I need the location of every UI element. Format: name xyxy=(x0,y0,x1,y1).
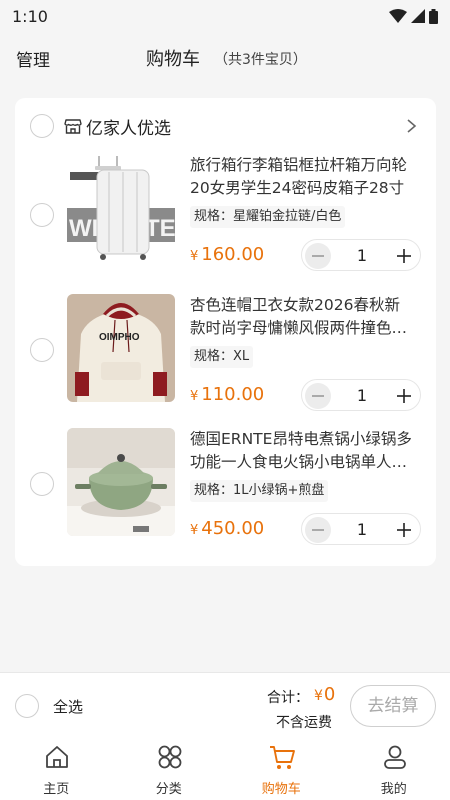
profile-icon xyxy=(383,745,406,769)
status-bar: 1:10 xyxy=(0,0,450,32)
quantity-value[interactable]: 1 xyxy=(342,386,382,405)
page-title: 购物车 xyxy=(146,49,200,70)
tab-bar: 主页 分类 购物车 我的 xyxy=(0,738,450,800)
product-price: ¥160.00 xyxy=(190,244,264,265)
item-checkbox[interactable] xyxy=(30,203,54,227)
quantity-stepper: 1 xyxy=(301,513,421,545)
tab-label: 购物车 xyxy=(261,782,301,797)
tab-home[interactable]: 主页 xyxy=(0,738,113,800)
checkout-bar: 全选 合计： ¥0 不含运费 去结算 xyxy=(0,672,450,738)
product-spec[interactable]: 规格：星耀铂金拉链/白色 xyxy=(190,206,346,228)
store-icon xyxy=(64,119,82,134)
minus-icon xyxy=(312,529,324,531)
product-spec[interactable]: 规格：1L小绿锅+煎盘 xyxy=(190,480,329,502)
decrease-button[interactable] xyxy=(305,517,331,543)
battery-icon xyxy=(429,8,438,24)
increase-button[interactable] xyxy=(391,517,417,543)
product-title[interactable]: 旅行箱行李箱铝框拉杆箱万向轮 20女男学生24密码皮箱子28寸 xyxy=(190,154,424,200)
total-amount: ¥0 xyxy=(314,684,335,705)
product-image-suitcase[interactable]: WH TE xyxy=(67,154,175,262)
decrease-button[interactable] xyxy=(305,243,331,269)
product-spec[interactable]: 规格：XL xyxy=(190,346,254,368)
tab-profile[interactable]: 我的 xyxy=(338,738,450,800)
tab-category[interactable]: 分类 xyxy=(113,738,226,800)
currency-symbol: ¥ xyxy=(314,688,323,704)
category-icon xyxy=(158,745,181,769)
store-name: 亿家人优选 xyxy=(86,119,171,139)
item-checkbox[interactable] xyxy=(30,338,54,362)
item-count: （共3件宝贝） xyxy=(214,52,307,68)
minus-icon xyxy=(312,255,324,257)
store-checkbox[interactable] xyxy=(30,114,54,138)
total-label: 合计： xyxy=(267,690,309,706)
decrease-button[interactable] xyxy=(305,383,331,409)
tab-label: 我的 xyxy=(380,782,407,797)
price-value: 110.00 xyxy=(201,384,265,405)
product-price: ¥450.00 xyxy=(190,518,264,539)
store-header[interactable]: 亿家人优选 xyxy=(15,98,436,154)
product-image-hoodie[interactable]: OIMPHO xyxy=(67,294,175,402)
cart-item: OIMPHO 杏色连帽卫衣女款2026春秋新 款时尚字母慵懒风假两件撞色… 规格… xyxy=(15,294,436,418)
product-title-line: 杏色连帽卫衣女款2026春秋新 xyxy=(190,296,400,314)
quantity-value[interactable]: 1 xyxy=(342,520,382,539)
chevron-right-icon[interactable] xyxy=(404,118,418,134)
shipping-note: 不含运费 xyxy=(276,715,332,731)
product-title[interactable]: 德国ERNTE昂特电煮锅小绿锅多 功能一人食电火锅小电锅单人… xyxy=(190,428,424,474)
tab-cart[interactable]: 购物车 xyxy=(225,738,338,800)
manage-button[interactable]: 管理 xyxy=(16,46,50,71)
status-time: 1:10 xyxy=(12,6,48,26)
product-title[interactable]: 杏色连帽卫衣女款2026春秋新 款时尚字母慵懒风假两件撞色… xyxy=(190,294,424,340)
increase-button[interactable] xyxy=(391,243,417,269)
home-icon xyxy=(46,746,68,768)
select-all-label[interactable]: 全选 xyxy=(53,696,83,717)
minus-icon xyxy=(312,395,324,397)
header: 管理 购物车 （共3件宝贝） xyxy=(0,40,450,76)
cart-item: 德国ERNTE昂特电煮锅小绿锅多 功能一人食电火锅小电锅单人… 规格：1L小绿锅… xyxy=(15,428,436,552)
plus-icon xyxy=(397,249,411,263)
product-price: ¥110.00 xyxy=(190,384,264,405)
quantity-value[interactable]: 1 xyxy=(342,246,382,265)
product-image-electric-pot[interactable] xyxy=(67,428,175,536)
cart-item: WH TE 旅行箱行李箱铝框拉杆箱万向轮 20女男学生24密码皮箱子28寸 规格… xyxy=(15,154,436,278)
product-title-line: 款时尚字母慵懒风假两件撞色… xyxy=(190,319,408,337)
product-title-line: 20女男学生24密码皮箱子28寸 xyxy=(190,179,405,197)
currency-symbol: ¥ xyxy=(190,249,199,264)
svg-text:OIMPHO: OIMPHO xyxy=(99,332,140,343)
item-checkbox[interactable] xyxy=(30,472,54,496)
plus-icon xyxy=(397,523,411,537)
product-title-line: 旅行箱行李箱铝框拉杆箱万向轮 xyxy=(190,156,408,174)
status-icons xyxy=(389,8,438,24)
quantity-stepper: 1 xyxy=(301,379,421,411)
price-value: 160.00 xyxy=(201,244,265,265)
store-card: 亿家人优选 WH TE 旅行箱行李箱铝框拉杆箱万向轮 20女男学生24密码皮箱子… xyxy=(15,98,436,566)
plus-icon xyxy=(397,389,411,403)
wifi-icon xyxy=(389,9,407,23)
product-title-line: 德国ERNTE昂特电煮锅小绿锅多 xyxy=(190,430,412,448)
price-value: 450.00 xyxy=(201,518,265,539)
tab-label: 分类 xyxy=(155,782,182,797)
product-title-line: 功能一人食电火锅小电锅单人… xyxy=(190,453,408,471)
signal-icon xyxy=(411,9,425,23)
tab-label: 主页 xyxy=(43,782,70,797)
increase-button[interactable] xyxy=(391,383,417,409)
total-value: 0 xyxy=(323,684,336,705)
checkout-button[interactable]: 去结算 xyxy=(350,685,436,727)
quantity-stepper: 1 xyxy=(301,239,421,271)
cart-icon xyxy=(270,746,295,769)
select-all-checkbox[interactable] xyxy=(15,694,39,718)
currency-symbol: ¥ xyxy=(190,523,199,538)
currency-symbol: ¥ xyxy=(190,389,199,404)
